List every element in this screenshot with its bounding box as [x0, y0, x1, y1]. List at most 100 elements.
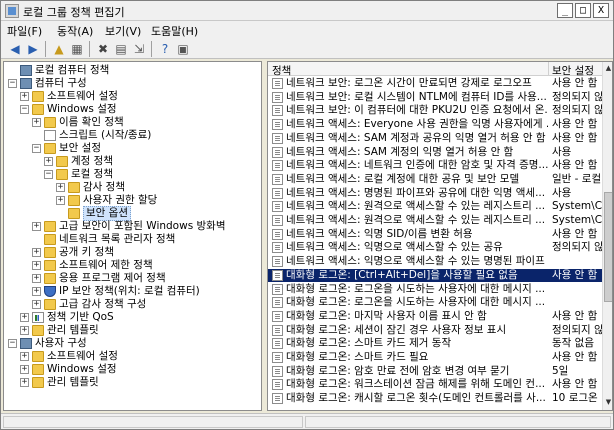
tree-item[interactable]: − 보안 설정	[4, 142, 259, 155]
tree-item[interactable]: + 공개 키 정책	[4, 246, 259, 259]
table-row[interactable]: 네트워크 액세스: SAM 계정의 익명 열거 허용 안 함 사용	[268, 146, 602, 159]
table-row[interactable]: 네트워크 보안: 로그온 시간이 만료되면 강제로 로그오프 사용 안 함	[268, 77, 602, 90]
minimize-button[interactable]: _	[557, 3, 573, 18]
scroll-down-icon[interactable]: ▼	[603, 396, 612, 408]
tree-item[interactable]: − Windows 설정	[4, 103, 259, 116]
table-row[interactable]: 대화형 로그온: 세션이 잠긴 경우 사용자 정보 표시 정의되지 않	[268, 324, 602, 337]
properties-icon[interactable]: ▤	[113, 41, 129, 57]
expand-icon[interactable]: +	[20, 378, 29, 387]
expand-icon[interactable]: +	[32, 300, 41, 309]
view-icon[interactable]: ▣	[175, 41, 191, 57]
tree-item[interactable]: 네트워크 목록 관리자 정책	[4, 233, 259, 246]
table-row[interactable]: 대화형 로그온: 암호 만료 전에 암호 변경 여부 묻기 5일	[268, 365, 602, 378]
expand-icon[interactable]: +	[32, 287, 41, 296]
expand-icon[interactable]: +	[56, 196, 65, 205]
table-row[interactable]: 네트워크 액세스: 익명 SID/이름 변환 허용 사용 안 함	[268, 228, 602, 241]
tree-item[interactable]: + 사용자 권한 할당	[4, 194, 259, 207]
tree-item[interactable]: 보안 옵션	[4, 206, 259, 221]
table-row[interactable]: 네트워크 보안: 이 컴퓨터에 대한 PKU2U 인증 요청에서 온... 정의되…	[268, 104, 602, 117]
tree-item[interactable]: + 소프트웨어 설정	[4, 350, 259, 363]
policy-list-pane[interactable]: 정책 보안 설정 네트워크 보안: 로그온 시간이 만료되면 강제로 로그오프 사…	[267, 61, 613, 411]
scrollbar-thumb[interactable]	[604, 192, 612, 302]
menu-view[interactable]: 보기(V)	[105, 23, 141, 39]
tree-item[interactable]: + 정책 기반 QoS	[4, 311, 259, 324]
table-row[interactable]: 네트워크 보안: 로컬 시스템이 NTLM에 컴퓨터 ID를 사용... 정의되지…	[268, 91, 602, 104]
table-row[interactable]: 대화형 로그온: 스마트 카드 필요 사용 안 함	[268, 351, 602, 364]
tree-item[interactable]: + 관리 템플릿	[4, 324, 259, 337]
table-row[interactable]: 네트워크 액세스: SAM 계정과 공유의 익명 열거 허용 안 함 사용 안 함	[268, 132, 602, 145]
expand-icon[interactable]: +	[44, 157, 53, 166]
column-policy[interactable]: 정책	[272, 63, 291, 78]
table-row[interactable]: 대화형 로그온: 로그온을 시도하는 사용자에 대한 메시지 ...	[268, 296, 602, 309]
column-divider[interactable]	[548, 62, 549, 76]
table-row[interactable]: 네트워크 액세스: Everyone 사용 권한을 익명 사용자에게 ... 사용…	[268, 118, 602, 131]
folder-icon	[32, 351, 44, 362]
tree-item[interactable]: + 응용 프로그램 제어 정책	[4, 272, 259, 285]
tree-item[interactable]: − 사용자 구성	[4, 337, 259, 350]
tree-item[interactable]: + IP 보안 정책(위치: 로컬 컴퓨터)	[4, 285, 259, 298]
tree-item[interactable]: + 고급 보안이 포함된 Windows 방화벽	[4, 220, 259, 233]
table-row[interactable]: 네트워크 액세스: 원격으로 액세스할 수 있는 레지스트리 ... System…	[268, 214, 602, 227]
table-row[interactable]: 대화형 로그온: 스마트 카드 제거 동작 동작 없음	[268, 337, 602, 350]
tree-item[interactable]: + 관리 템플릿	[4, 376, 259, 389]
title-bar[interactable]: 로컬 그룹 정책 편집기 _ □ X	[1, 1, 613, 21]
tree-item[interactable]: 로컬 컴퓨터 정책	[4, 64, 259, 77]
tree-item[interactable]: + 계정 정책	[4, 155, 259, 168]
console-tree[interactable]: 로컬 컴퓨터 정책 − 컴퓨터 구성 + 소프트웨어 설정 − Windows 설정 + 이름 …	[3, 61, 262, 411]
back-icon[interactable]: ◀	[7, 41, 23, 57]
close-button[interactable]: X	[593, 3, 609, 18]
table-row[interactable]: 네트워크 액세스: 익명으로 액세스할 수 있는 공유 정의되지 않	[268, 241, 602, 254]
menu-file[interactable]: 파일(F)	[7, 23, 42, 39]
table-row[interactable]: 대화형 로그온: 로그온을 시도하는 사용자에 대한 메시지 ...	[268, 283, 602, 296]
scroll-up-icon[interactable]: ▲	[603, 62, 612, 74]
delete-icon[interactable]: ✖	[95, 41, 111, 57]
collapse-icon[interactable]: −	[20, 105, 29, 114]
table-row[interactable]: 대화형 로그온: [Ctrl+Alt+Del]을 사용할 필요 없음 사용 안 함	[268, 268, 602, 282]
tree-item[interactable]: − 컴퓨터 구성	[4, 77, 259, 90]
computer-icon	[20, 78, 32, 89]
tree-item[interactable]: − 로컬 정책	[4, 168, 259, 181]
expand-icon[interactable]: +	[32, 274, 41, 283]
tree-item[interactable]: + 소프트웨어 설정	[4, 90, 259, 103]
expand-icon[interactable]: +	[20, 352, 29, 361]
expand-icon[interactable]: +	[56, 183, 65, 192]
expand-icon[interactable]: +	[32, 118, 41, 127]
folder-icon	[32, 377, 44, 388]
tree-item[interactable]: + Windows 설정	[4, 363, 259, 376]
tree-item[interactable]: + 이름 확인 정책	[4, 116, 259, 129]
table-row[interactable]: 대화형 로그온: 캐시할 로그온 횟수(도메인 컨트롤러를 사... 10 로그온	[268, 392, 602, 405]
expand-icon[interactable]: +	[20, 313, 29, 322]
vertical-scrollbar[interactable]: ▲ ▼	[602, 62, 612, 410]
collapse-icon[interactable]: −	[32, 144, 41, 153]
expand-icon[interactable]: +	[20, 365, 29, 374]
expand-icon[interactable]: +	[20, 326, 29, 335]
table-row[interactable]: 네트워크 액세스: 원격으로 액세스할 수 있는 레지스트리 ... System…	[268, 200, 602, 213]
table-row[interactable]: 대화형 로그온: 마지막 사용자 이름 표시 안 함 사용 안 함	[268, 310, 602, 323]
menu-action[interactable]: 동작(A)	[57, 23, 93, 39]
expand-icon[interactable]: +	[32, 248, 41, 257]
expand-icon[interactable]: +	[32, 222, 41, 231]
expand-icon[interactable]: +	[20, 92, 29, 101]
show-hide-tree-icon[interactable]: ▦	[69, 41, 85, 57]
column-security-setting[interactable]: 보안 설정	[552, 63, 594, 78]
collapse-icon[interactable]: −	[8, 339, 17, 348]
help-icon[interactable]: ?	[157, 41, 173, 57]
table-row[interactable]: 네트워크 액세스: 네트워크 인증에 대한 암호 및 자격 증명... 사용 안 …	[268, 159, 602, 172]
collapse-icon[interactable]: −	[44, 170, 53, 179]
maximize-button[interactable]: □	[575, 3, 591, 18]
up-icon[interactable]: ▲	[51, 41, 67, 57]
tree-item[interactable]: + 감사 정책	[4, 181, 259, 194]
menu-help[interactable]: 도움말(H)	[151, 23, 198, 39]
tree-item[interactable]: + 소프트웨어 제한 정책	[4, 259, 259, 272]
tree-item[interactable]: 스크립트 (시작/종료)	[4, 129, 259, 142]
tree-item[interactable]: + 고급 감사 정책 구성	[4, 298, 259, 311]
table-row[interactable]: 네트워크 액세스: 익명으로 액세스할 수 있는 명명된 파이프	[268, 255, 602, 268]
table-row[interactable]: 네트워크 액세스: 명명된 파이프와 공유에 대한 익명 액세... 사용	[268, 187, 602, 200]
forward-icon[interactable]: ▶	[25, 41, 41, 57]
table-row[interactable]: 대화형 로그온: 워크스테이션 잠금 해제를 위해 도메인 컨... 사용 안 함	[268, 378, 602, 391]
table-row[interactable]: 네트워크 액세스: 로컬 계정에 대한 공유 및 보안 모델 일반 - 로컬	[268, 173, 602, 186]
collapse-icon[interactable]: −	[8, 79, 17, 88]
expand-icon[interactable]: +	[32, 261, 41, 270]
export-icon[interactable]: ⇲	[131, 41, 147, 57]
tree-item-label: 정책 기반 QoS	[47, 311, 114, 323]
